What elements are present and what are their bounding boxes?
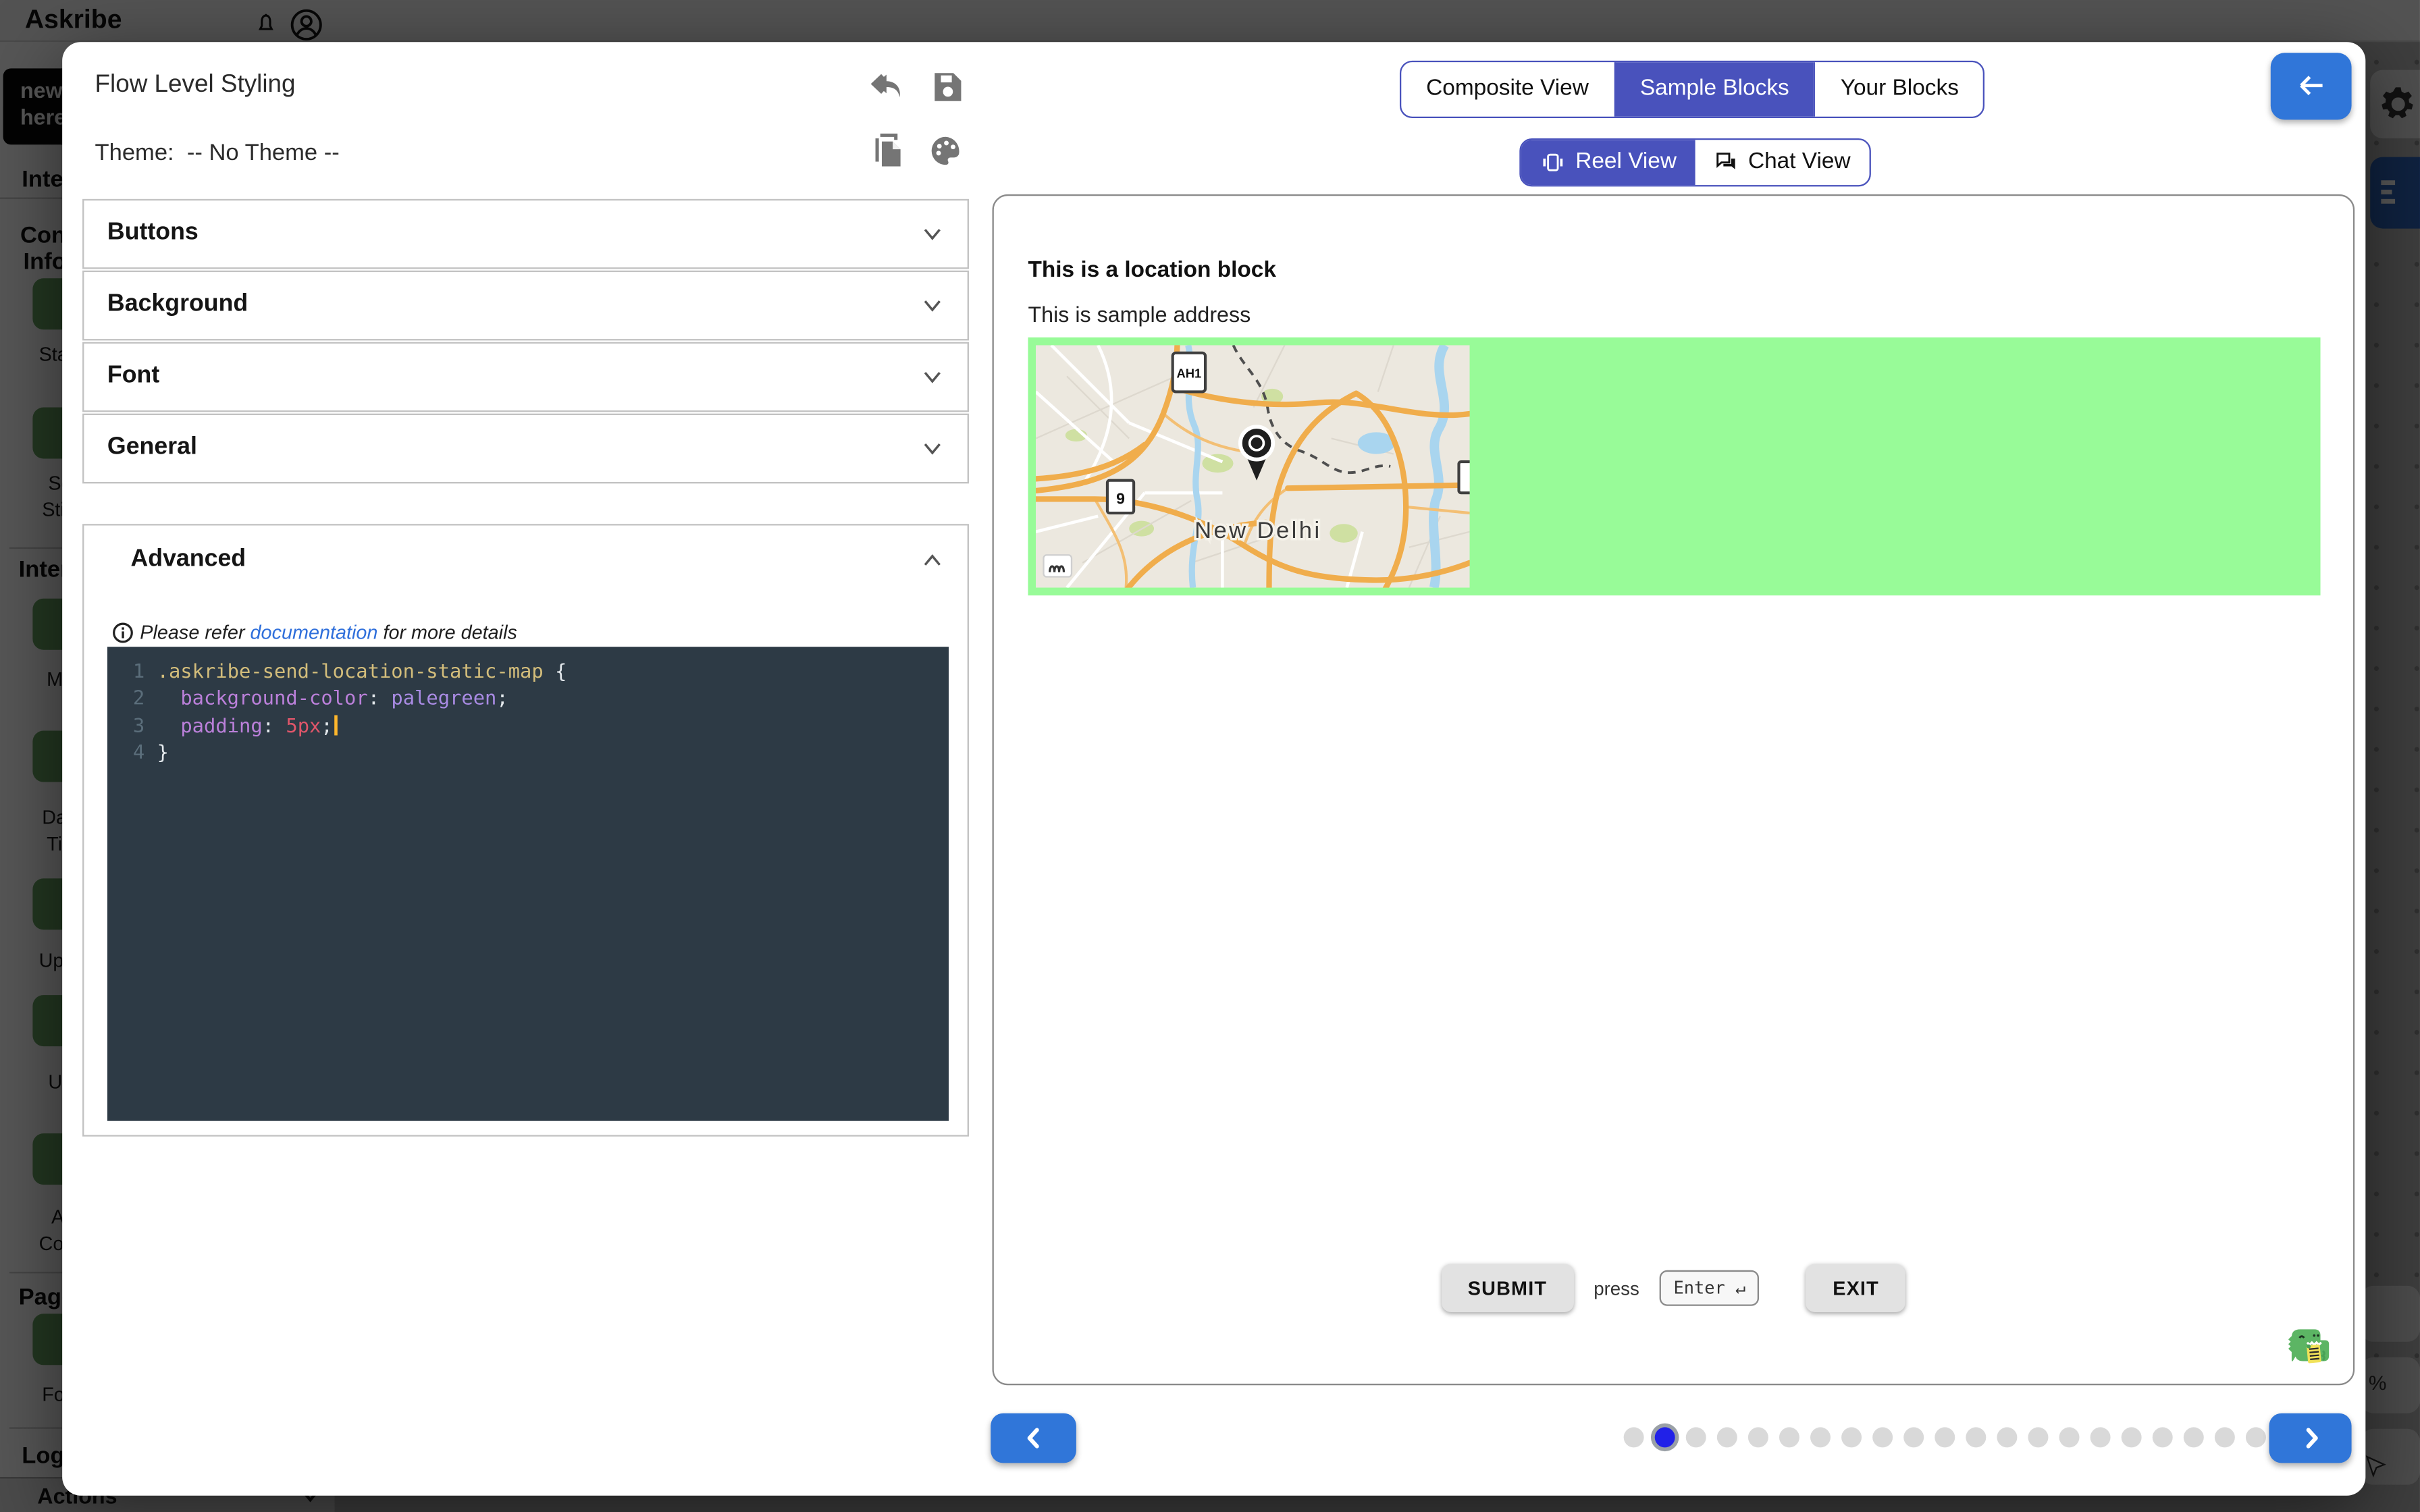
page-dot[interactable] [2245, 1426, 2265, 1447]
chevron-down-icon [921, 436, 945, 460]
page-dot[interactable] [1903, 1426, 1923, 1447]
view-tabs: Composite View Sample Blocks Your Blocks [1400, 60, 1985, 117]
page-dot[interactable] [1747, 1426, 1768, 1447]
advanced-label: Advanced [130, 545, 246, 572]
page-dot[interactable] [1872, 1426, 1892, 1447]
svg-text:AH1: AH1 [1176, 367, 1201, 381]
chevron-down-icon [921, 364, 945, 388]
accordion-buttons[interactable]: Buttons [82, 198, 969, 269]
exit-button[interactable]: EXIT [1806, 1264, 1905, 1312]
page-dot[interactable] [2152, 1426, 2172, 1447]
chevron-right-icon [2299, 1425, 2321, 1450]
block-action-row: SUBMIT press Enter ↵ EXIT [994, 1264, 2353, 1312]
page-dot[interactable] [1934, 1426, 1954, 1447]
tab-sample-blocks[interactable]: Sample Blocks [1614, 61, 1814, 116]
code-editor[interactable]: 1.askribe-send-location-static-map {2 ba… [107, 646, 949, 1120]
submit-button[interactable]: SUBMIT [1442, 1264, 1574, 1312]
palette-icon[interactable] [927, 132, 964, 169]
theme-value[interactable]: -- No Theme -- [187, 139, 340, 165]
press-hint: press [1594, 1277, 1639, 1299]
page-dot[interactable] [1779, 1426, 1799, 1447]
chat-view-label: Chat View [1748, 149, 1851, 174]
page-dot[interactable] [2089, 1426, 2109, 1447]
accordion-general[interactable]: General [82, 413, 969, 483]
page-dot[interactable] [2058, 1426, 2078, 1447]
modal-title: Flow Level Styling [95, 71, 296, 99]
theme-row: Theme: -- No Theme -- [95, 139, 340, 165]
map-image: New Delhi AH1 9 [1036, 345, 1470, 587]
advanced-header[interactable]: Advanced [84, 524, 967, 596]
code-line: 1.askribe-send-location-static-map { [107, 657, 949, 684]
page-dot[interactable] [1965, 1426, 1985, 1447]
page-dots [1623, 1426, 2296, 1447]
accordion-font[interactable]: Font [82, 342, 969, 412]
screen: Askribe new here Inte Conv Infor Stat Se… [0, 0, 2420, 1512]
code-line: 2 background-color: palegreen; [107, 684, 949, 711]
save-icon[interactable] [928, 68, 966, 105]
flow-level-styling-modal: Flow Level Styling Theme: -- No Theme -- [62, 41, 2365, 1496]
road-shield-9: 9 [1107, 481, 1134, 513]
reel-chat-toggle: Reel View Chat View [1519, 138, 1870, 186]
location-block-title: This is a location block [1028, 258, 1275, 283]
road-shield-partial [1458, 462, 1469, 493]
map-city-label: New Delhi [1194, 518, 1321, 543]
tab-your-blocks[interactable]: Your Blocks [1814, 61, 1984, 116]
accordion-background[interactable]: Background [82, 270, 969, 340]
page-dot[interactable] [2183, 1426, 2203, 1447]
preview-panel: This is a location block This is sample … [993, 194, 2355, 1385]
accordion-label: Buttons [107, 219, 199, 247]
svg-text:9: 9 [1116, 489, 1125, 507]
arrow-left-icon [2292, 68, 2330, 103]
chevron-down-icon [921, 293, 945, 317]
page-dot[interactable] [1716, 1426, 1737, 1447]
prev-page-button[interactable] [991, 1413, 1076, 1463]
page-dot[interactable] [2121, 1426, 2141, 1447]
accordion-label: Background [107, 291, 248, 319]
road-shield-ah1: AH1 [1173, 353, 1205, 392]
undo-icon[interactable] [871, 68, 908, 105]
documentation-link[interactable]: documentation [251, 621, 378, 643]
back-button[interactable] [2271, 52, 2352, 119]
accordion-label: General [107, 434, 197, 462]
chevron-up-icon [921, 548, 945, 572]
location-block-address: This is sample address [1028, 302, 1251, 327]
chevron-down-icon [921, 221, 945, 245]
accordion-label: Font [107, 362, 159, 390]
documentation-note: Please refer documentation for more deta… [112, 621, 517, 643]
code-line: 3 padding: 5px; [107, 711, 949, 738]
chat-icon [1714, 150, 1739, 173]
copy-icon[interactable] [870, 132, 907, 169]
code-lines: 1.askribe-send-location-static-map {2 ba… [107, 657, 949, 765]
page-dot[interactable] [1810, 1426, 1830, 1447]
chevron-left-icon [1022, 1425, 1044, 1450]
location-block: New Delhi AH1 9 [1028, 338, 2320, 595]
reel-view-label: Reel View [1575, 149, 1677, 174]
page-dot[interactable] [1996, 1426, 2016, 1447]
mascot-crocodile-icon [2288, 1326, 2331, 1368]
page-dot[interactable] [2214, 1426, 2234, 1447]
page-dot[interactable] [1841, 1426, 1861, 1447]
enter-key-badge: Enter ↵ [1660, 1270, 1760, 1306]
static-map[interactable]: New Delhi AH1 9 [1036, 345, 1470, 587]
toggle-chat-view[interactable]: Chat View [1695, 139, 1870, 184]
info-icon [112, 621, 134, 643]
accordion-advanced: Advanced Please refer documentation for … [82, 523, 969, 1136]
info-text: Please refer [140, 621, 250, 643]
theme-label: Theme: [95, 139, 174, 165]
tab-composite-view[interactable]: Composite View [1401, 61, 1613, 116]
code-line: 4} [107, 738, 949, 765]
page-dot[interactable] [1623, 1426, 1643, 1447]
page-dot[interactable] [1685, 1426, 1706, 1447]
page-dot-active[interactable] [1654, 1426, 1675, 1447]
carousel-icon [1540, 150, 1566, 173]
page-dot[interactable] [2027, 1426, 2047, 1447]
info-text: for more details [377, 621, 517, 643]
next-page-button[interactable] [2269, 1413, 2352, 1463]
map-provider-logo [1044, 555, 1072, 576]
toggle-reel-view[interactable]: Reel View [1521, 139, 1695, 184]
